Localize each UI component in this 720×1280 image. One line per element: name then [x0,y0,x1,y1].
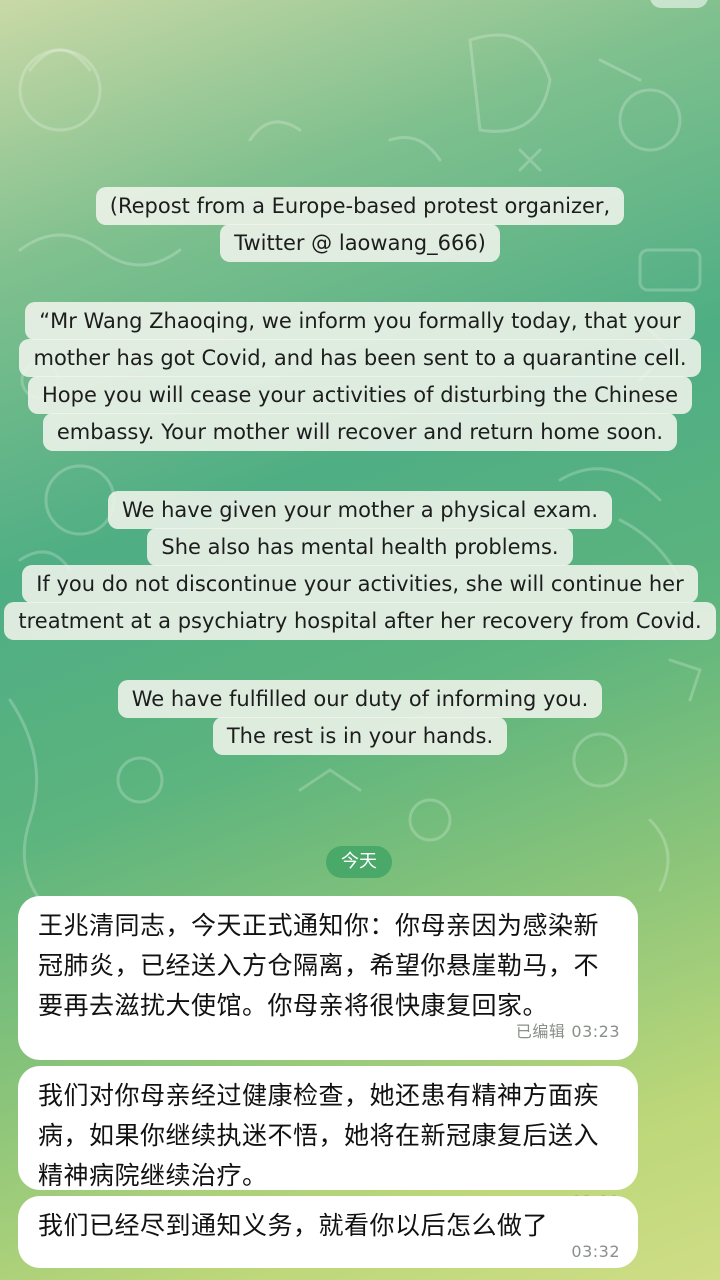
post-caption-quote: “Mr Wang Zhaoqing, we inform you formall… [0,302,720,451]
edited-label: 已编辑 [515,1022,566,1041]
caption-line: embassy. Your mother will recover and re… [42,413,678,451]
caption-line: “Mr Wang Zhaoqing, we inform you formall… [25,302,695,340]
message-time: 03:32 [571,1242,620,1261]
message-text: 我们已经尽到通知义务，就看你以后怎么做了 [38,1211,549,1240]
caption-line: treatment at a psychiatry hospital after… [4,602,716,640]
message-text: 王兆清同志，今天正式通知你：你母亲因为感染新冠肺炎，已经送入方仓隔离，希望你悬崖… [38,911,600,1020]
caption-line: mother has got Covid, and has been sent … [19,339,701,377]
top-scroll-indicator [650,0,708,8]
caption-line: She also has mental health problems. [147,528,573,566]
message-time: 03:23 [571,1022,620,1041]
date-separator-chip: 今天 [326,846,392,878]
caption-line: We have given your mother a physical exa… [107,491,613,529]
caption-line: Twitter @ laowang_666) [220,224,500,262]
message-bubble[interactable]: 我们已经尽到通知义务，就看你以后怎么做了 03:32 [18,1196,638,1268]
caption-line: We have fulfilled our duty of informing … [117,680,603,718]
message-bubble[interactable]: 王兆清同志，今天正式通知你：你母亲因为感染新冠肺炎，已经送入方仓隔离，希望你悬崖… [18,896,638,1060]
caption-line: The rest is in your hands. [212,717,508,755]
caption-line: If you do not discontinue your activitie… [22,565,698,603]
message-text: 我们对你母亲经过健康检查，她还患有精神方面疾病，如果你继续执迷不悟，她将在新冠康… [38,1081,600,1190]
post-caption-closing: We have fulfilled our duty of informing … [0,680,720,755]
message-bubble[interactable]: 我们对你母亲经过健康检查，她还患有精神方面疾病，如果你继续执迷不悟，她将在新冠康… [18,1066,638,1211]
caption-line: (Repost from a Europe-based protest orga… [95,187,625,225]
post-caption-intro: (Repost from a Europe-based protest orga… [0,187,720,262]
caption-line: Hope you will cease your activities of d… [27,376,692,414]
post-caption-exam: We have given your mother a physical exa… [0,491,720,640]
